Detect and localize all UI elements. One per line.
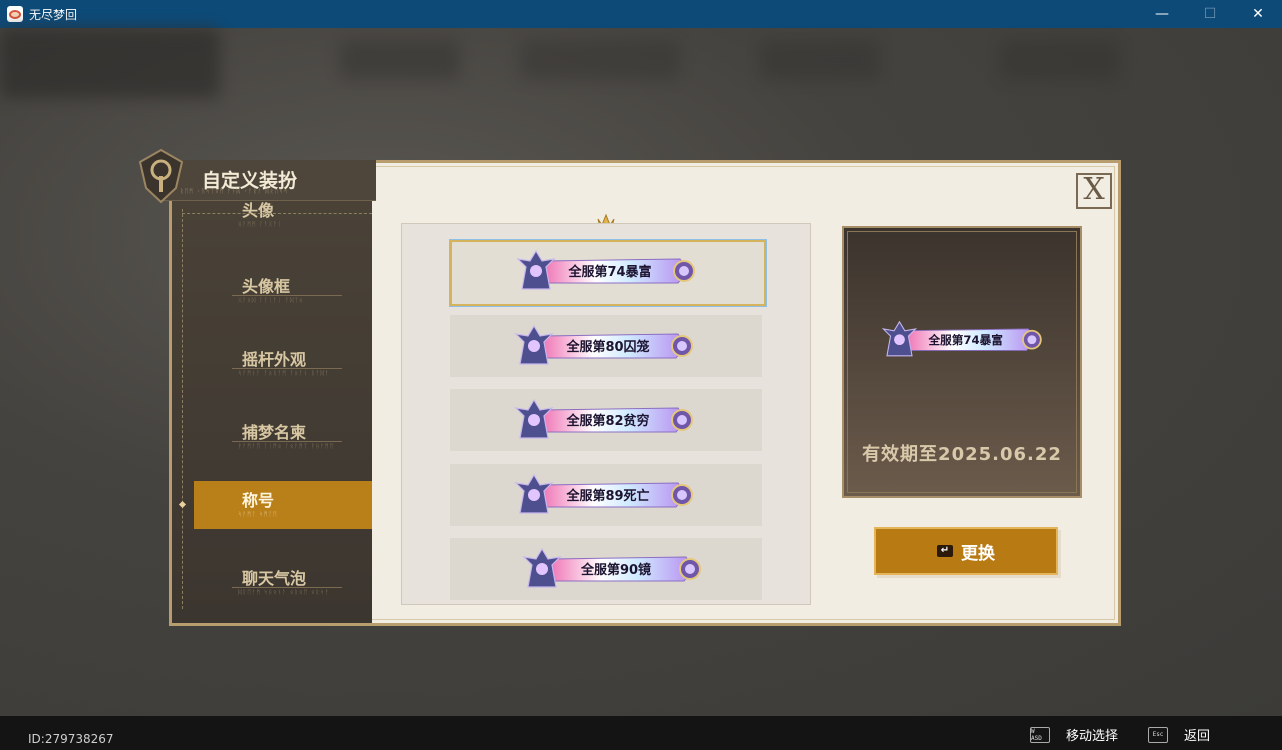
hint-label: 移动选择 (1066, 729, 1119, 744)
sidebar-item-sublabel: ᛋᚨᛗᚾᚨ ᚨᛟᚱᚨᛗ ᚨᛟᚨᚾ ᚱᚨᛞᚨ (238, 370, 330, 377)
maximize-button[interactable]: ☐ (1186, 0, 1234, 28)
sidebar: 头像 ᚺᚨᛗᛗ ᛚᚨᚷᚨᛁ 头像框 ᚷᚨᛟᛞ ᛚᚨᛁᚨᛁ ᚨᛞᛏᛟ 摇杆外观 ᛋ… (172, 163, 372, 623)
sidebar-item-chat-bubble[interactable]: 聊天气泡 ᛞᚱᛖᚨᛗ ᛋᚺᛟᚾᚨ ᛟᚱᛟᛖ ᛟᚱᛋᚨ (172, 559, 372, 607)
sidebar-item-avatar-frame[interactable]: 头像框 ᚷᚨᛟᛞ ᛚᚨᛁᚨᛁ ᚨᛞᛏᛟ (172, 267, 372, 315)
sidebar-item-sublabel: ᚹᚨᛗᚨᛖ ᛚᛁᛗᛟ ᛚᛟᚨᛗᛏ ᚹᚺᚨᛗᛖ (238, 443, 335, 450)
title-badge-icon: 全服第82贫穷 (514, 398, 693, 439)
active-indicator-icon (178, 500, 187, 509)
title-badge-icon: 全服第74暴富 (516, 249, 695, 290)
sidebar-item-underline (232, 441, 342, 442)
dialog-header: 自定义装扮 ᚱᛖᛗ ᚲᚢᛋᛏᛟᛗ ᚨᚾᛞ ᚲᚨᚱᚨ ᛞᚱᛖᛋᛋ (138, 148, 376, 204)
sidebar-item-title[interactable]: 称号 ᛋᚨᛗᛚ ᛋᛗᛚᛖ (178, 481, 372, 529)
title-preview-panel: 全服第74暴富 有效期至2025.06.22 (842, 226, 1082, 498)
title-badge-text: 全服第82贫穷 (565, 413, 649, 429)
custom-outfit-dialog: 头像 ᚺᚨᛗᛗ ᛚᚨᚷᚨᛁ 头像框 ᚷᚨᛟᛞ ᛚᚨᛁᚨᛁ ᚨᛞᛏᛟ 摇杆外观 ᛋ… (138, 148, 1121, 626)
validity-text: 有效期至2025.06.22 (862, 444, 1062, 465)
hint-label: 返回 (1184, 729, 1211, 744)
bottom-bar: ID:279738267 W ASD 移动选择 Esc 返回 (0, 716, 1282, 750)
title-badge-text: 全服第90镜 (580, 562, 651, 578)
title-list-item[interactable]: 全服第74暴富 (450, 240, 766, 306)
title-badge-text: 全服第89死亡 (565, 488, 649, 504)
window-controls: — ☐ ✕ (1138, 0, 1282, 28)
title-list-item[interactable]: 全服第90镜 (450, 538, 762, 600)
sidebar-item-underline (232, 368, 342, 369)
user-id: ID:279738267 (28, 732, 114, 746)
sidebar-item-label: 摇杆外观 (242, 350, 307, 369)
title-badge-icon: 全服第89死亡 (514, 473, 693, 514)
title-badge-icon: 全服第80囚笼 (514, 324, 693, 365)
dialog-subtitle: ᚱᛖᛗ ᚲᚢᛋᛏᛟᛗ ᚨᚾᛞ ᚲᚨᚱᚨ ᛞᚱᛖᛋᛋ (180, 188, 289, 195)
title-badge-icon: 全服第90镜 (522, 547, 701, 588)
change-title-button[interactable]: ↵ 更换 (874, 527, 1058, 575)
sidebar-item-sublabel: ᚷᚨᛟᛞ ᛚᚨᛁᚨᛁ ᚨᛞᛏᛟ (238, 297, 304, 304)
sidebar-item-label: 头像 (242, 201, 275, 220)
wasd-key-icon: W ASD (1030, 726, 1050, 743)
title-badge-text: 全服第74暴富 (567, 264, 651, 280)
sidebar-item-label: 聊天气泡 (242, 569, 307, 588)
title-badge-text: 全服第74暴富 (928, 333, 1003, 347)
sidebar-item-underline (232, 295, 342, 296)
change-button-label: 更换 (961, 543, 995, 564)
window-titlebar: 无尽梦回 — ☐ ✕ (0, 0, 1282, 28)
sidebar-item-avatar[interactable]: 头像 ᚺᚨᛗᛗ ᛚᚨᚷᚨᛁ (172, 201, 372, 235)
title-list-item[interactable]: 全服第89死亡 (450, 463, 762, 526)
app-icon (7, 6, 23, 22)
close-dialog-button[interactable]: X (1076, 173, 1112, 209)
title-list-item[interactable]: 全服第82贫穷 (450, 389, 762, 451)
sidebar-item-label: 捕梦名柬 (242, 423, 307, 442)
enter-key-icon: ↵ (937, 545, 953, 557)
window-title: 无尽梦回 (29, 7, 78, 22)
sidebar-item-joystick[interactable]: 摇杆外观 ᛋᚨᛗᚾᚨ ᚨᛟᚱᚨᛗ ᚨᛟᚨᚾ ᚱᚨᛞᚨ (172, 340, 372, 388)
sidebar-item-sublabel: ᛋᚨᛗᛚ ᛋᛗᛚᛖ (238, 511, 278, 518)
hint-back: Esc 返回 (1148, 725, 1210, 744)
esc-key-icon: Esc (1148, 726, 1168, 743)
sidebar-item-sublabel: ᛞᚱᛖᚨᛗ ᛋᚺᛟᚾᚨ ᛟᚱᛟᛖ ᛟᚱᛋᚨ (238, 589, 330, 596)
minimize-button[interactable]: — (1138, 0, 1186, 28)
emblem-icon (138, 148, 184, 204)
sidebar-item-label: 头像框 (242, 277, 291, 296)
hint-move-select: W ASD 移动选择 (1030, 725, 1118, 744)
title-list-item[interactable]: 全服第80囚笼 (450, 314, 762, 377)
sidebar-top-divider (182, 213, 372, 214)
sidebar-item-namecard[interactable]: 捕梦名柬 ᚹᚨᛗᚨᛖ ᛚᛁᛗᛟ ᛚᛟᚨᛗᛏ ᚹᚺᚨᛗᛖ (172, 413, 372, 461)
sidebar-item-underline (232, 587, 342, 588)
title-badge-icon: 全服第74暴富 (881, 320, 1042, 357)
sidebar-item-sublabel: ᚺᚨᛗᛗ ᛚᚨᚷᚨᛁ (238, 221, 283, 228)
sidebar-item-label: 称号 (242, 491, 275, 510)
title-list-panel[interactable]: 全服第74暴富 全服第80囚笼 全服第82贫穷 全服第89死亡全服第90镜 (401, 223, 811, 605)
close-window-button[interactable]: ✕ (1234, 0, 1282, 28)
title-badge-text: 全服第80囚笼 (565, 339, 649, 355)
